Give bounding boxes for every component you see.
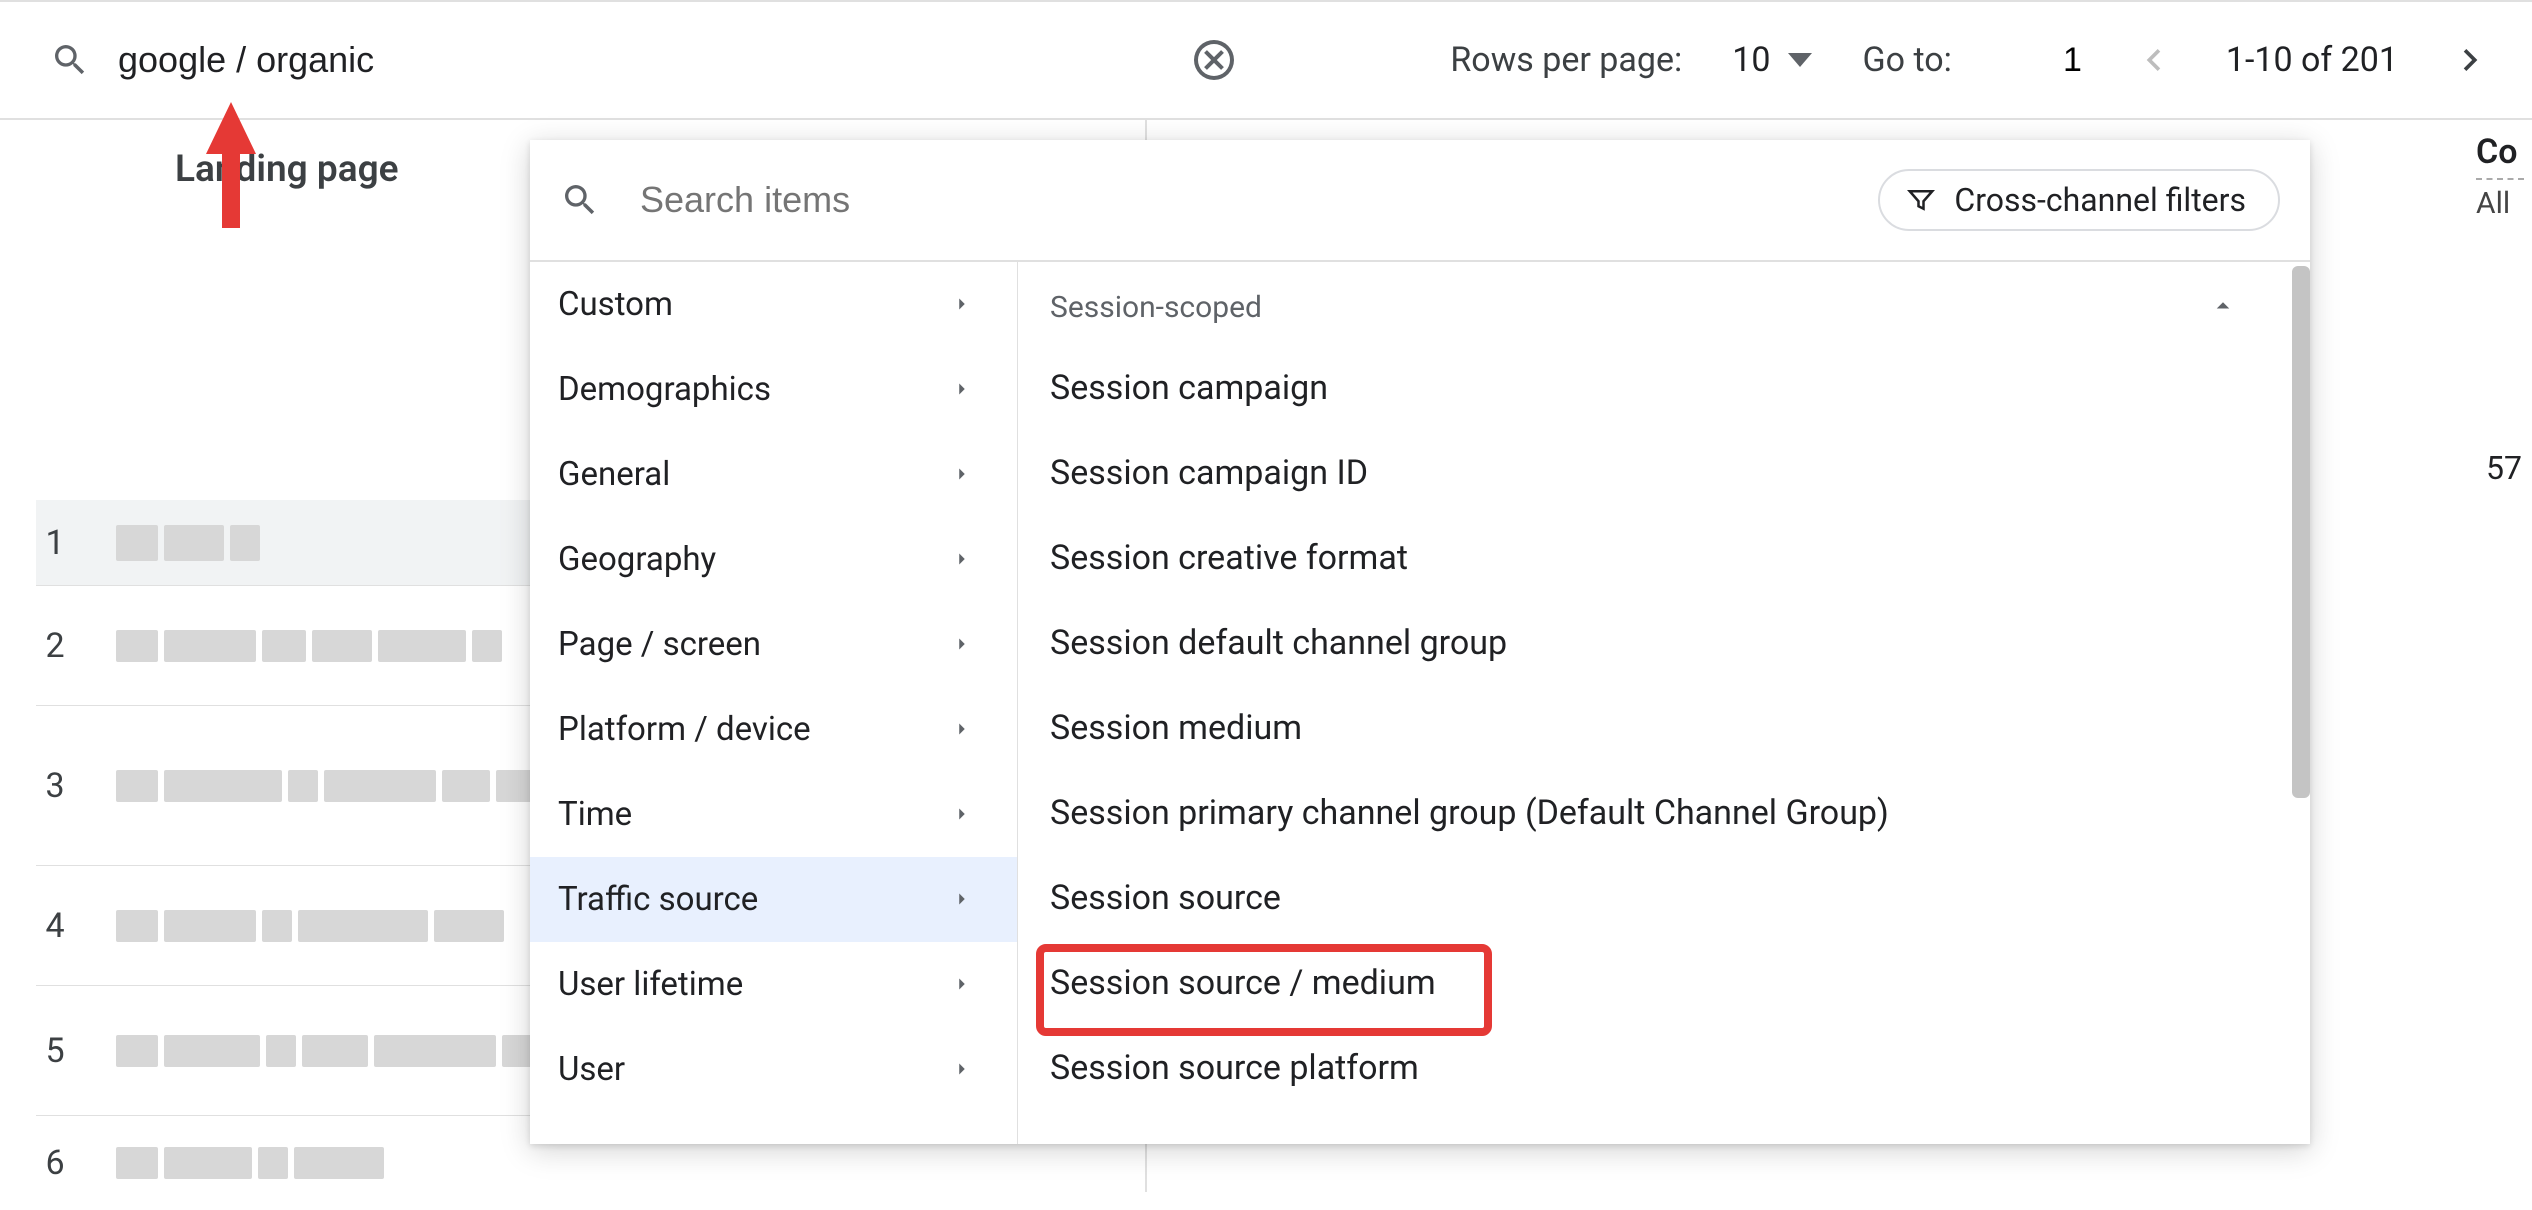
- redacted-cell: [116, 1017, 556, 1085]
- category-item[interactable]: Custom: [530, 262, 1017, 347]
- dimension-picker-popover: Cross-channel filters CustomDemographics…: [530, 140, 2310, 1144]
- redacted-cell: [116, 507, 260, 579]
- chevron-right-icon: [951, 880, 973, 919]
- column-header-right[interactable]: Co All: [2476, 132, 2524, 221]
- goto-label: Go to:: [1862, 40, 1951, 80]
- scrollbar-thumb[interactable]: [2292, 266, 2310, 798]
- dimension-item[interactable]: Session source: [1018, 855, 2310, 940]
- search-icon: [560, 180, 600, 220]
- dimension-list: Session-scoped Session campaignSession c…: [1017, 262, 2310, 1144]
- category-list: CustomDemographicsGeneralGeographyPage /…: [530, 262, 1017, 1144]
- category-item[interactable]: Traffic source: [530, 857, 1017, 942]
- prev-page-button[interactable]: [2132, 38, 2176, 82]
- dimension-item[interactable]: Session medium: [1018, 685, 2310, 770]
- rows-per-page-select[interactable]: 10: [1732, 40, 1812, 80]
- chevron-right-icon: [951, 540, 973, 579]
- chevron-right-icon: [951, 455, 973, 494]
- cross-channel-filters-toggle[interactable]: Cross-channel filters: [1878, 169, 2280, 231]
- search-input[interactable]: [118, 39, 1170, 81]
- dimension-section-header[interactable]: Session-scoped: [1018, 290, 2310, 345]
- table-toolbar: Rows per page: 10 Go to: 1-10 of 201: [0, 0, 2532, 120]
- dimension-item[interactable]: Session source platform: [1018, 1025, 2310, 1110]
- chevron-right-icon: [951, 285, 973, 324]
- dimension-item[interactable]: Session campaign ID: [1018, 430, 2310, 515]
- dimension-item[interactable]: Session creative format: [1018, 515, 2310, 600]
- chevron-right-icon: [951, 625, 973, 664]
- dimension-item[interactable]: Session primary channel group (Default C…: [1018, 770, 2310, 855]
- category-item[interactable]: Platform / device: [530, 687, 1017, 772]
- category-item[interactable]: User: [530, 1027, 1017, 1112]
- clear-search-button[interactable]: [1190, 36, 1238, 84]
- chevron-right-icon: [951, 965, 973, 1004]
- redacted-cell: [116, 892, 504, 960]
- rows-per-page-label: Rows per page:: [1450, 40, 1682, 80]
- category-item[interactable]: Time: [530, 772, 1017, 857]
- chevron-up-icon: [2208, 291, 2238, 325]
- dimension-item[interactable]: Session campaign: [1018, 345, 2310, 430]
- column-value-right: 57: [2486, 449, 2522, 487]
- chevron-right-icon: [951, 795, 973, 834]
- redacted-cell: [116, 1129, 384, 1197]
- dimension-search-input[interactable]: [640, 179, 1838, 221]
- page-range: 1-10 of 201: [2226, 40, 2398, 80]
- column-header-landing-page[interactable]: Landing page: [175, 148, 399, 191]
- dimension-item[interactable]: Session default channel group: [1018, 600, 2310, 685]
- category-item[interactable]: Page / screen: [530, 602, 1017, 687]
- next-page-button[interactable]: [2448, 38, 2492, 82]
- chevron-down-icon: [1788, 53, 1812, 67]
- category-item[interactable]: General: [530, 432, 1017, 517]
- search-icon: [50, 40, 90, 80]
- report-area: Landing page Co All 57 1 2 3: [0, 120, 2532, 140]
- rows-per-page-value: 10: [1732, 40, 1770, 80]
- filter-icon: [1906, 185, 1936, 215]
- chevron-right-icon: [951, 710, 973, 749]
- dimension-item[interactable]: Session source / medium: [1018, 940, 2310, 1025]
- category-item[interactable]: Demographics: [530, 347, 1017, 432]
- chevron-right-icon: [951, 1050, 973, 1089]
- chevron-right-icon: [951, 370, 973, 409]
- category-item[interactable]: Geography: [530, 517, 1017, 602]
- category-item[interactable]: User lifetime: [530, 942, 1017, 1027]
- goto-input[interactable]: [2002, 41, 2082, 80]
- redacted-cell: [116, 612, 502, 680]
- redacted-cell: [116, 752, 586, 820]
